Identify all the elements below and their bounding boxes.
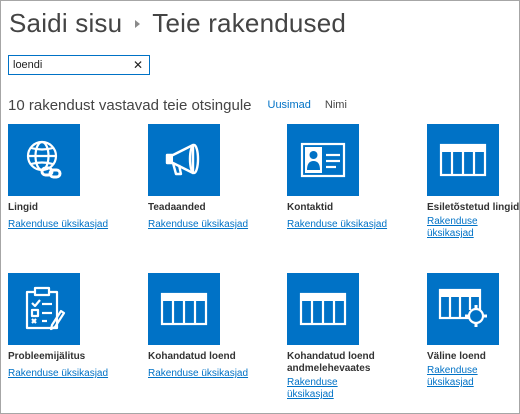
app-tile-announcements: Teadaanded Rakenduse üksikasjad <box>148 124 284 232</box>
search-input[interactable] <box>9 56 129 74</box>
sort-name-link[interactable]: Nimi <box>325 99 347 111</box>
app-title: Esiletõstetud lingid <box>427 202 520 213</box>
app-tile-icon-button[interactable] <box>148 273 220 345</box>
app-tile-icon-button[interactable] <box>8 124 80 196</box>
app-tile-icon-button[interactable] <box>287 124 359 196</box>
app-details-link[interactable]: Rakenduse üksikasjad <box>427 216 519 240</box>
app-details-link[interactable]: Rakenduse üksikasjad <box>8 219 108 231</box>
external-list-icon <box>438 288 487 327</box>
app-details-link[interactable]: Rakenduse üksikasjad <box>427 365 519 389</box>
app-title: Kontaktid <box>287 202 334 213</box>
list-grid-icon <box>299 292 347 326</box>
megaphone-icon <box>165 143 200 176</box>
app-tile-contacts: Kontaktid Rakenduse üksikasjad <box>287 124 423 232</box>
breadcrumb-site-contents[interactable]: Saidi sisu <box>9 8 122 39</box>
app-tile-icon-button[interactable] <box>8 273 80 345</box>
contact-card-icon <box>300 142 346 178</box>
results-header: 10 rakendust vastavad teie otsingule Uus… <box>8 96 347 114</box>
app-tile-icon-button[interactable] <box>287 273 359 345</box>
app-title: Teadaanded <box>148 202 206 213</box>
globe-link-icon <box>26 140 62 179</box>
list-grid-icon <box>160 292 208 326</box>
app-details-link[interactable]: Rakenduse üksikasjad <box>148 219 248 231</box>
app-tile-links: Lingid Rakenduse üksikasjad <box>8 124 144 232</box>
app-tile-custom-list: Kohandatud loend Rakenduse üksikasjad <box>148 273 284 381</box>
app-title: Kohandatud loend <box>148 351 236 362</box>
breadcrumb-separator-icon <box>135 20 141 28</box>
app-title: Lingid <box>8 202 38 213</box>
app-details-link[interactable]: Rakenduse üksikasjad <box>8 368 108 380</box>
breadcrumb: Saidi sisu Teie rakendused <box>9 6 346 40</box>
sort-newest-link[interactable]: Uusimad <box>268 99 311 111</box>
page-title: Teie rakendused <box>152 7 347 38</box>
app-tile-icon-button[interactable] <box>148 124 220 196</box>
app-details-link[interactable]: Rakenduse üksikasjad <box>287 219 387 231</box>
app-title: Probleemijälitus <box>8 351 86 362</box>
app-tile-custom-list-datasheet: Kohandatud loend andmelehevaates Rakendu… <box>287 273 387 402</box>
app-details-link[interactable]: Rakenduse üksikasjad <box>287 377 387 401</box>
search-box: ✕ <box>8 55 150 75</box>
app-details-link[interactable]: Rakenduse üksikasjad <box>148 368 248 380</box>
results-count: 10 rakendust vastavad teie otsingule <box>8 96 252 114</box>
app-tile-promoted-links: Esiletõstetud lingid Rakenduse üksikasja… <box>427 124 519 241</box>
list-grid-icon <box>439 143 487 177</box>
app-tile-issue-tracking: Probleemijälitus Rakenduse üksikasjad <box>8 273 144 381</box>
app-tile-icon-button[interactable] <box>427 273 499 345</box>
app-tile-external-list: Väline loend Rakenduse üksikasjad <box>427 273 519 390</box>
app-tile-icon-button[interactable] <box>427 124 499 196</box>
app-title: Väline loend <box>427 351 486 362</box>
clear-search-icon[interactable]: ✕ <box>131 57 145 73</box>
app-title: Kohandatud loend andmelehevaates <box>287 351 375 374</box>
clipboard-checklist-icon <box>25 286 66 331</box>
